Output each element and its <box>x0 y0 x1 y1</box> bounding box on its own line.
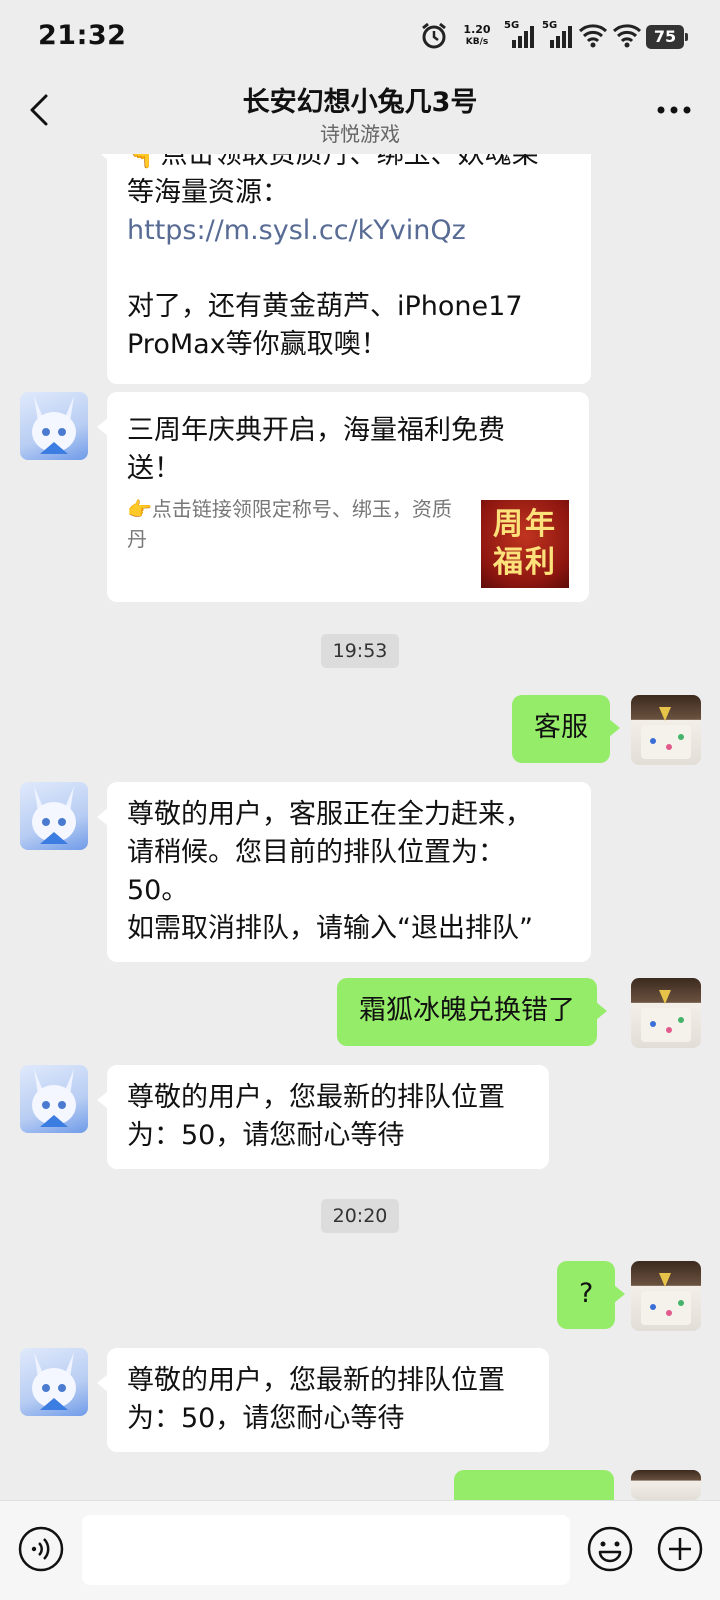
message-incoming[interactable]: 尊敬的用户，您最新的排队位置 为：50，请您耐心等待 <box>97 1065 549 1169</box>
avatar[interactable] <box>20 782 88 850</box>
voice-icon[interactable] <box>17 1525 65 1573</box>
message-line: ProMax等你赢取噢！ <box>127 329 388 360</box>
wifi-icon-2 <box>612 24 642 48</box>
message-incoming-promo[interactable]: 👇点击领取资质丹、绑玉、妖魂果 等海量资源： https://m.sysl.cc… <box>97 154 591 384</box>
more-dots-icon[interactable] <box>656 100 692 120</box>
chat-title: 长安幻想小兔几3号 <box>242 87 478 118</box>
message-line: 等海量资源： <box>127 177 289 208</box>
message-link[interactable]: https://m.sysl.cc/kYvinQz <box>127 212 571 250</box>
timestamp: 20:20 <box>0 1199 720 1233</box>
cake-avatar-icon <box>641 990 691 1042</box>
avatar-self[interactable] <box>631 978 701 1048</box>
avatar-self[interactable] <box>631 1470 701 1500</box>
net-speed-unit: KB/s <box>465 37 489 47</box>
avatar[interactable] <box>20 1348 88 1416</box>
cake-avatar-icon <box>641 1273 691 1325</box>
card-description: 👉点击链接领限定称号、绑玉，资质丹 <box>127 497 452 551</box>
avatar[interactable] <box>20 392 88 460</box>
status-time: 21:32 <box>38 20 127 51</box>
alarm-icon <box>422 22 446 49</box>
message-line: 👇点击领取资质丹、绑玉、妖魂果 <box>127 154 539 170</box>
message-outgoing-partial[interactable] <box>454 1470 614 1500</box>
chat-area[interactable]: 👇点击领取资质丹、绑玉、妖魂果 等海量资源： https://m.sysl.cc… <box>0 154 720 1500</box>
status-bar: 21:32 1.20 KB/s 5G 5G 75 <box>0 0 720 76</box>
message-outgoing[interactable]: 霜狐冰魄兑换错了 <box>337 978 607 1046</box>
bunny-avatar-icon <box>32 396 76 454</box>
cake-avatar-icon <box>641 707 691 759</box>
message-incoming[interactable]: 尊敬的用户，客服正在全力赶来， 请稍候。您目前的排队位置为： 50。 如需取消排… <box>97 782 591 962</box>
input-bar <box>0 1500 720 1600</box>
battery-indicator: 75 <box>646 25 688 49</box>
net-speed-value: 1.20 <box>463 23 491 36</box>
bunny-avatar-icon <box>32 786 76 844</box>
message-outgoing[interactable]: ? <box>557 1261 626 1329</box>
card-thumbnail: 周年 福利 <box>481 500 569 588</box>
message-incoming-card[interactable]: 三周年庆典开启，海量福利免费送！ 👉点击链接领限定称号、绑玉，资质丹 周年 福利 <box>97 392 589 602</box>
message-input[interactable] <box>82 1515 570 1585</box>
chat-header: 长安幻想小兔几3号 诗悦游戏 <box>0 76 720 154</box>
avatar-self[interactable] <box>631 695 701 765</box>
chat-subtitle: 诗悦游戏 <box>320 122 400 146</box>
avatar-self[interactable] <box>631 1261 701 1331</box>
message-outgoing[interactable]: 客服 <box>512 695 620 763</box>
signal-icon-1: 5G <box>504 20 536 50</box>
net-speed: 1.20 KB/s <box>460 24 494 48</box>
bunny-avatar-icon <box>32 1069 76 1127</box>
card-title: 三周年庆典开启，海量福利免费送！ <box>127 415 505 484</box>
wifi-icon-1 <box>578 24 608 48</box>
signal-icon-2: 5G <box>542 20 574 50</box>
avatar[interactable] <box>20 1065 88 1133</box>
message-incoming[interactable]: 尊敬的用户，您最新的排队位置 为：50，请您耐心等待 <box>97 1348 549 1452</box>
plus-icon[interactable] <box>656 1525 704 1573</box>
message-line: 对了，还有黄金葫芦、iPhone17 <box>127 291 523 322</box>
timestamp: 19:53 <box>0 634 720 668</box>
emoji-icon[interactable] <box>586 1525 634 1573</box>
bunny-avatar-icon <box>32 1352 76 1410</box>
